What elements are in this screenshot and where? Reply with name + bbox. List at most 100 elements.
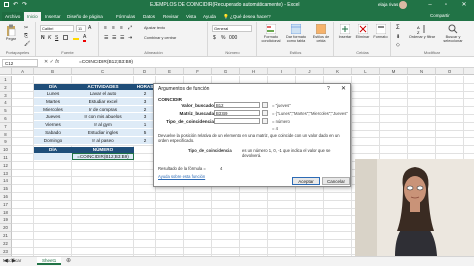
avatar[interactable] xyxy=(399,1,407,9)
table-cell[interactable]: Ir al gym xyxy=(72,121,134,129)
column-header[interactable]: J xyxy=(296,68,324,75)
row-header[interactable]: 10 xyxy=(0,146,12,154)
row-header[interactable]: 1 xyxy=(0,76,12,84)
insert-function-icon[interactable]: fx xyxy=(55,59,59,65)
row-header[interactable]: 6 xyxy=(0,115,12,123)
maximize-icon[interactable]: ▫ xyxy=(440,1,452,9)
arg-input-valor-buscado[interactable]: B12 xyxy=(214,102,260,108)
help-link[interactable]: Ayuda sobre esta función xyxy=(158,174,205,179)
undo-icon[interactable]: ↶ xyxy=(13,1,18,8)
share-button[interactable]: Compartir xyxy=(430,13,450,18)
column-header[interactable]: P xyxy=(464,68,474,75)
italic-icon[interactable]: K xyxy=(48,35,51,41)
sheet-tab-sheet1[interactable]: Sheet1 xyxy=(37,257,62,265)
insert-cells-button[interactable]: Insertar xyxy=(337,24,353,39)
tab-ayuda[interactable]: Ayuda xyxy=(200,12,219,21)
lookup-result-cell[interactable]: =COINCIDIR(B12;B3:B9) xyxy=(72,153,134,160)
font-size-select[interactable]: 11 xyxy=(76,25,86,32)
tab-vista[interactable]: Vista xyxy=(183,12,199,21)
table-cell[interactable]: Ir de compras xyxy=(72,105,134,114)
dialog-close-icon[interactable]: ✕ xyxy=(341,85,346,92)
row-header[interactable]: 5 xyxy=(0,107,12,115)
font-color-icon[interactable]: A xyxy=(83,34,87,42)
number-format-select[interactable]: General xyxy=(212,25,252,32)
align-center-icon[interactable]: ☰ xyxy=(112,35,116,41)
row-header[interactable]: 18 xyxy=(0,208,12,217)
merge-center-button[interactable]: Combinar y centrar xyxy=(144,36,176,40)
row-header[interactable]: 23 xyxy=(0,247,12,256)
redo-icon[interactable]: ↷ xyxy=(22,1,27,8)
percent-icon[interactable]: % xyxy=(221,35,225,41)
column-header[interactable]: O xyxy=(436,68,464,75)
indent-icon[interactable]: ⇥ xyxy=(128,35,132,41)
column-header[interactable]: N xyxy=(408,68,436,75)
paste-button[interactable]: Pegar xyxy=(3,24,19,41)
collapse-dialog-icon[interactable] xyxy=(262,102,268,108)
tab-formulas[interactable]: Fórmulas xyxy=(113,12,138,21)
wrap-text-button[interactable]: Ajustar texto xyxy=(144,26,165,30)
copy-icon[interactable]: ⎘ xyxy=(24,33,28,39)
fill-icon[interactable]: ⬇ xyxy=(396,34,400,40)
align-middle-icon[interactable]: ≡ xyxy=(112,25,115,31)
row-header[interactable]: 19 xyxy=(0,216,12,225)
row-header[interactable]: 17 xyxy=(0,200,12,209)
column-header[interactable]: C xyxy=(72,68,134,75)
delete-cells-button[interactable]: Eliminar xyxy=(354,24,371,39)
table-cell[interactable]: Miercoles xyxy=(34,105,72,114)
select-all-corner[interactable] xyxy=(0,68,12,75)
table-cell[interactable]: Ir al paseo xyxy=(72,136,134,145)
collapse-dialog-icon[interactable] xyxy=(262,118,268,124)
format-cells-button[interactable]: Formato xyxy=(372,24,389,39)
arg-input-matriz-buscada[interactable]: B3:B9 xyxy=(214,110,260,116)
row-header[interactable]: 8 xyxy=(0,130,12,139)
tell-me-search[interactable]: 💡 ¿Qué desea hacer? xyxy=(220,12,274,21)
table-cell[interactable]: Domingo xyxy=(34,136,72,145)
align-top-icon[interactable]: ≡ xyxy=(104,25,107,31)
row-header[interactable]: 20 xyxy=(0,224,12,232)
table-cell[interactable]: Lavar el auto xyxy=(72,90,134,98)
currency-icon[interactable]: $ xyxy=(213,35,216,41)
row-header[interactable]: 2 xyxy=(0,83,12,92)
column-header[interactable]: K xyxy=(324,68,352,75)
tab-diseno[interactable]: Diseño de página xyxy=(64,12,106,21)
tab-archivo[interactable]: Archivo xyxy=(2,12,24,21)
table-cell[interactable]: Martes xyxy=(34,97,72,106)
row-header[interactable]: 7 xyxy=(0,122,12,131)
format-as-table-button[interactable]: Dar formato como tabla xyxy=(284,24,308,43)
column-header[interactable]: I xyxy=(268,68,296,75)
column-header[interactable]: M xyxy=(380,68,408,75)
ok-button[interactable]: Aceptar xyxy=(292,177,320,185)
column-header[interactable]: B xyxy=(34,68,72,75)
column-header[interactable]: D xyxy=(134,68,156,75)
column-header[interactable]: L xyxy=(352,68,380,75)
formula-input[interactable]: =COINCIDIR(B12;B3:B9) xyxy=(76,59,466,67)
autosum-icon[interactable]: Σ xyxy=(396,25,400,31)
bold-icon[interactable]: N xyxy=(41,35,45,41)
row-header[interactable]: 9 xyxy=(0,138,12,147)
table-cell[interactable]: Estudiar ingles xyxy=(72,129,134,137)
table-cell[interactable]: Sabado xyxy=(34,129,72,137)
table-cell[interactable]: Jueves xyxy=(34,113,72,122)
enter-formula-icon[interactable]: ✓ xyxy=(50,59,54,65)
add-sheet-icon[interactable]: ⊕ xyxy=(66,257,71,264)
fill-color-icon[interactable] xyxy=(73,35,79,40)
format-painter-icon[interactable]: 🖌 xyxy=(24,41,30,47)
collapse-dialog-icon[interactable] xyxy=(262,110,268,116)
align-left-icon[interactable]: ☰ xyxy=(104,35,108,41)
row-header[interactable]: 11 xyxy=(0,154,12,162)
thousands-icon[interactable]: 000 xyxy=(229,35,237,41)
lookup-value-cell[interactable] xyxy=(34,153,72,160)
column-header[interactable]: A xyxy=(12,68,34,75)
align-right-icon[interactable]: ☰ xyxy=(120,35,124,41)
column-header[interactable]: G xyxy=(212,68,240,75)
table-cell[interactable]: Estudiar excel xyxy=(72,97,134,106)
borders-icon[interactable] xyxy=(63,35,68,40)
row-header[interactable]: 13 xyxy=(0,169,12,178)
column-header[interactable]: H xyxy=(240,68,268,75)
underline-icon[interactable]: S xyxy=(55,35,58,41)
align-bottom-icon[interactable]: ≡ xyxy=(120,25,123,31)
row-header[interactable]: 3 xyxy=(0,91,12,100)
cancel-formula-icon[interactable]: ✕ xyxy=(44,59,48,65)
clear-icon[interactable]: ◇ xyxy=(396,42,400,48)
row-header[interactable]: 15 xyxy=(0,185,12,193)
